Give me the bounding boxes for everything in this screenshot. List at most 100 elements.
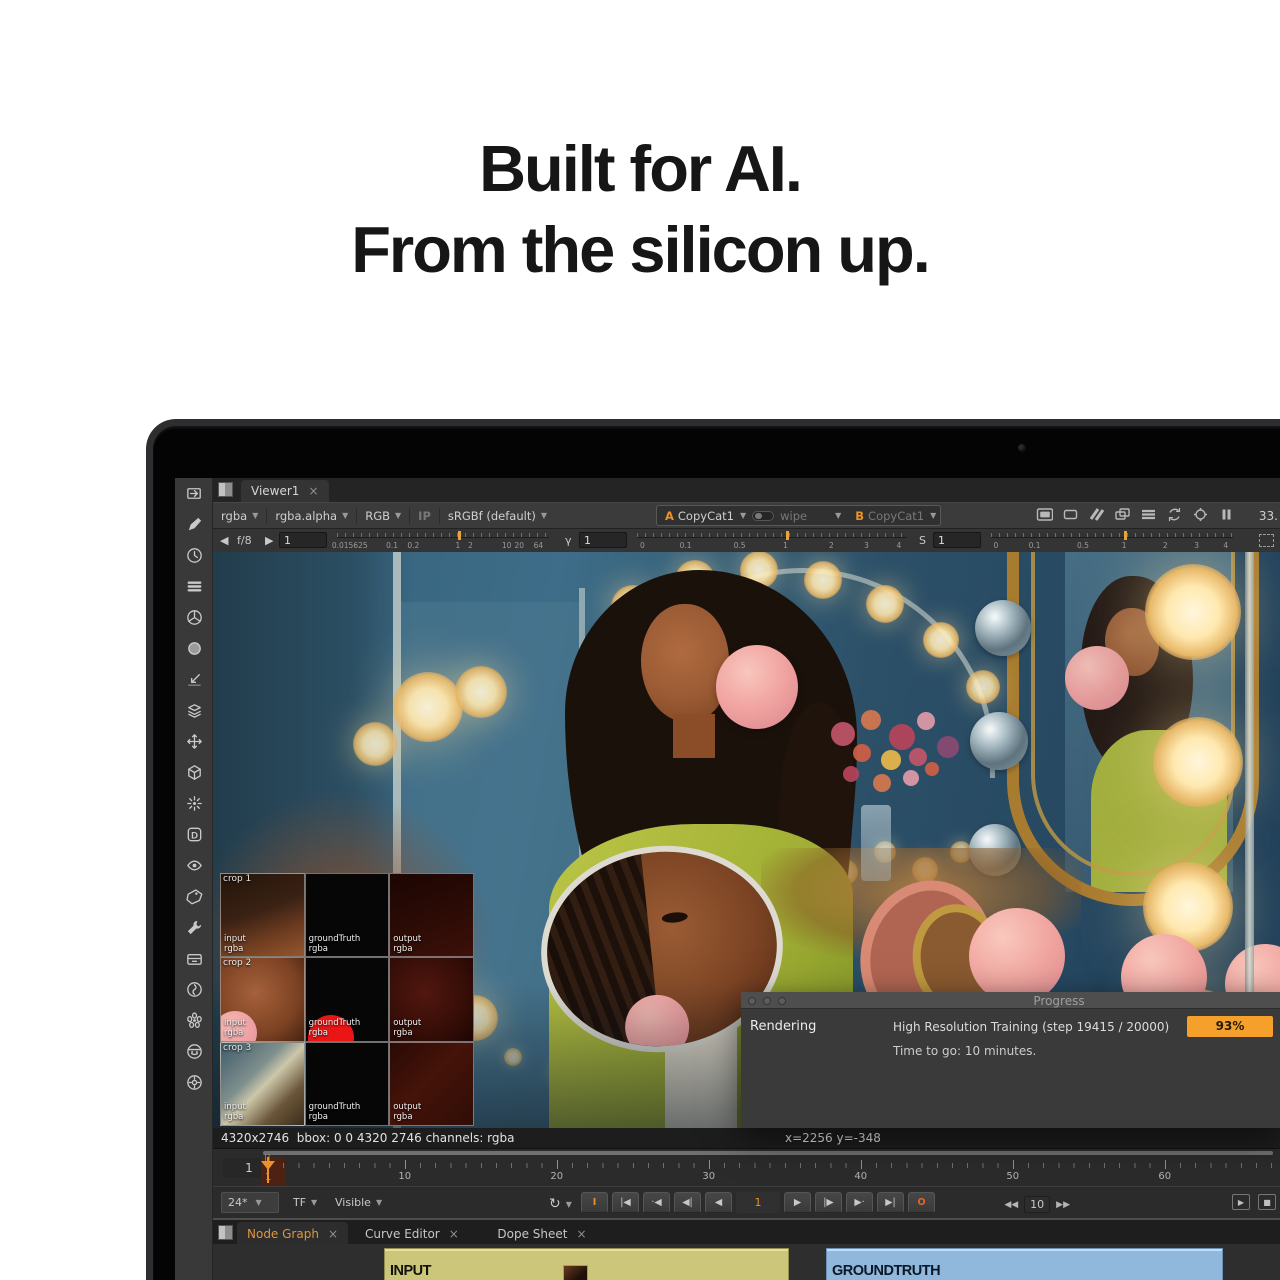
slider-tick-label: 2 [1162, 541, 1168, 550]
play-backward-button[interactable]: ◀ [705, 1192, 732, 1213]
zebra-icon[interactable] [1088, 507, 1105, 525]
ofx-icon[interactable] [175, 1036, 213, 1067]
wipe-toggle[interactable] [752, 510, 775, 521]
render-icon[interactable] [175, 974, 213, 1005]
pane-icon[interactable] [218, 1225, 233, 1240]
prev-stop-button[interactable]: ◀ [220, 534, 228, 547]
tab-viewer1[interactable]: Viewer1 × [241, 480, 329, 502]
slider-tick-label: 0.1 [386, 541, 399, 550]
wipe-dropdown[interactable]: wipe [780, 509, 807, 523]
crop-cell-label: input rgba [224, 933, 246, 954]
saturation-slider[interactable]: 0 0.1 0.5 1 2 3 4 [991, 531, 1233, 551]
increment-field[interactable]: 10 [1024, 1196, 1051, 1213]
pause-icon[interactable] [1218, 507, 1235, 525]
flipbook-stop-icon[interactable]: ■ [1258, 1194, 1276, 1210]
keyer-icon[interactable] [175, 664, 213, 695]
filter-icon[interactable] [175, 633, 213, 664]
toolsets-icon[interactable] [175, 912, 213, 943]
alpha-value: rgba.alpha [275, 508, 338, 523]
rewind-button[interactable]: ◀◀ [1004, 1200, 1018, 1210]
loop-mode-button[interactable]: ↻ ▼ [549, 1196, 572, 1212]
slider-tick-label: 3 [864, 541, 869, 550]
slider-tick-label: 0.015625 [331, 541, 368, 550]
in-point-button[interactable]: I [581, 1192, 608, 1213]
backdrop-input[interactable]: INPUT [384, 1248, 789, 1280]
deep-icon[interactable]: D [175, 819, 213, 850]
progress-dialog: Progress Rendering High Resolution Train… [741, 992, 1280, 1128]
roi-icon[interactable] [1259, 534, 1274, 547]
tf-dropdown[interactable]: TF ▼ [293, 1196, 317, 1209]
next-stop-button[interactable]: ▶ [265, 534, 273, 547]
timeline-scrollbar[interactable] [263, 1151, 1273, 1155]
step-back-button[interactable]: ◀| [674, 1192, 701, 1213]
fps-dropdown[interactable]: 24* ▼ [221, 1192, 279, 1213]
tab-node-graph[interactable]: Node Graph × [237, 1222, 349, 1246]
input-process-toggle[interactable]: IP [410, 503, 439, 528]
gamma-input[interactable]: 1 [579, 532, 627, 548]
current-frame-button[interactable]: 1 [736, 1192, 780, 1213]
prev-keyframe-button[interactable]: ·◀ [643, 1192, 670, 1213]
fastforward-button[interactable]: ▶▶ [1056, 1200, 1070, 1210]
draw-icon[interactable] [175, 509, 213, 540]
lines-icon[interactable] [1140, 507, 1157, 525]
timeline-major-tick [556, 1160, 558, 1169]
close-icon[interactable]: × [449, 1227, 459, 1241]
transform-icon[interactable] [175, 726, 213, 757]
timeline[interactable]: 1 || 1 102030405060 [213, 1148, 1280, 1187]
saturation-input[interactable]: 1 [933, 532, 981, 548]
slider-tick-label: 4 [896, 541, 902, 550]
visible-dropdown[interactable]: Visible ▼ [335, 1196, 382, 1209]
timeline-frame-number: 10 [398, 1171, 412, 1182]
time-icon[interactable] [175, 540, 213, 571]
tab-curve-editor[interactable]: Curve Editor × [355, 1222, 469, 1246]
close-icon[interactable]: × [576, 1227, 586, 1241]
backdrop-groundtruth[interactable]: GROUNDTRUTH [826, 1248, 1223, 1280]
refresh-icon[interactable] [1166, 507, 1183, 525]
window-icon[interactable] [1062, 507, 1079, 525]
threed-icon[interactable] [175, 757, 213, 788]
go-end-button[interactable]: ▶| [877, 1192, 904, 1213]
step-forward-button[interactable]: |▶ [815, 1192, 842, 1213]
target-icon[interactable] [1192, 507, 1209, 525]
tab-dope-sheet[interactable]: Dope Sheet × [487, 1222, 596, 1246]
layers-icon[interactable] [1114, 507, 1131, 525]
chevron-down-icon: ▼ [930, 511, 937, 520]
a-buffer-label: A [665, 508, 674, 523]
pane-icon[interactable] [218, 482, 233, 497]
close-icon[interactable]: × [308, 484, 318, 498]
out-point-button[interactable]: O [908, 1192, 935, 1213]
other-icon[interactable] [175, 943, 213, 974]
views-icon[interactable] [175, 850, 213, 881]
play-forward-button[interactable]: ▶ [784, 1192, 811, 1213]
particles-icon[interactable] [175, 788, 213, 819]
display-icon[interactable] [1036, 507, 1054, 525]
metadata-icon[interactable] [175, 881, 213, 912]
input-node-thumbnail[interactable] [563, 1265, 588, 1280]
frame-increment-group: ◀◀ 10 ▶▶ [1004, 1196, 1070, 1213]
merge-icon[interactable] [175, 695, 213, 726]
assist-icon[interactable] [175, 1067, 213, 1098]
channel-icon[interactable] [175, 571, 213, 602]
timeline-ruler[interactable]: || 1 102030405060 [213, 1153, 1280, 1187]
color-icon[interactable] [175, 602, 213, 633]
viewer-tab-label: Viewer1 [251, 484, 300, 498]
gamma-slider[interactable]: 0 0.1 0.5 1 2 3 4 [637, 531, 907, 551]
photo-woman-face [641, 604, 729, 722]
a-buffer-dropdown[interactable]: CopyCat1 [678, 509, 734, 523]
sparkles-icon[interactable] [175, 1005, 213, 1036]
next-keyframe-button[interactable]: ▶· [846, 1192, 873, 1213]
channels-dropdown[interactable]: rgba ▼ [213, 503, 266, 528]
window-controls[interactable] [748, 997, 786, 1005]
gain-input[interactable]: 1 [279, 532, 327, 548]
image-icon[interactable] [175, 478, 213, 509]
b-buffer-dropdown[interactable]: CopyCat1 [868, 509, 924, 523]
colorspace-dropdown[interactable]: sRGBf (default) ▼ [440, 503, 555, 528]
go-start-button[interactable]: |◀ [612, 1192, 639, 1213]
timeline-major-tick [708, 1160, 710, 1169]
gain-slider[interactable]: 0.015625 0.1 0.2 1 2 10 20 64 [332, 531, 549, 551]
close-icon[interactable]: × [328, 1227, 338, 1241]
flipbook-play-icon[interactable]: ▶ [1232, 1194, 1250, 1210]
alpha-dropdown[interactable]: rgba.alpha ▼ [267, 503, 356, 528]
node-graph[interactable]: INPUT GROUNDTRUTH [213, 1244, 1280, 1280]
display-mode-dropdown[interactable]: RGB ▼ [357, 503, 409, 528]
